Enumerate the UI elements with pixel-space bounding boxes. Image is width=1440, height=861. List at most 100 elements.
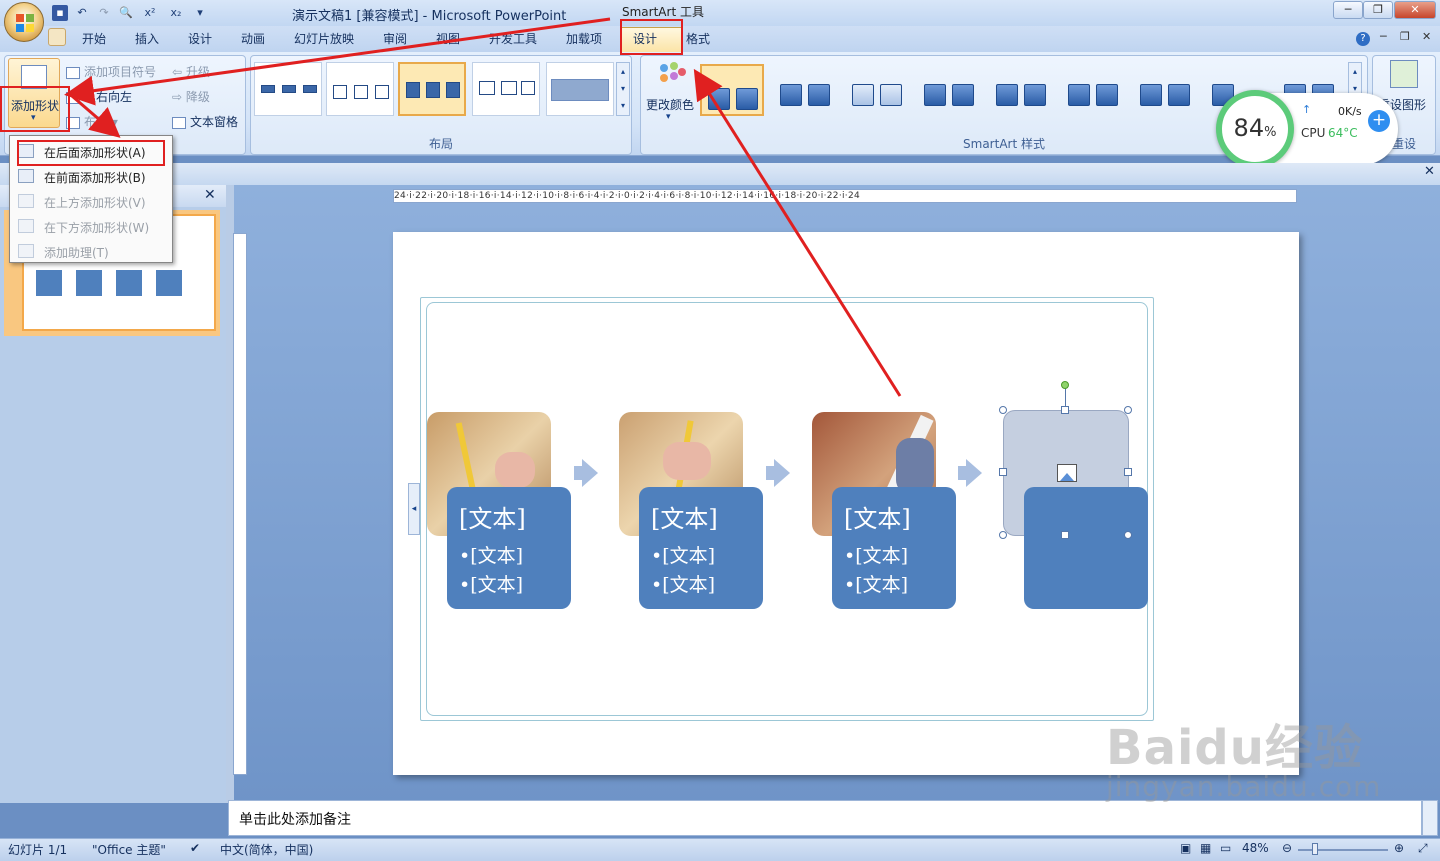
style-thumb-5[interactable] xyxy=(990,64,1054,116)
card-bullet[interactable]: •[文本] xyxy=(651,541,715,568)
resize-handle[interactable] xyxy=(1061,531,1069,539)
layout-thumb-2[interactable] xyxy=(326,62,394,116)
resize-handle[interactable] xyxy=(1124,468,1132,476)
card-bullet[interactable]: •[文本] xyxy=(459,570,523,597)
wps-icon[interactable] xyxy=(48,28,66,46)
office-button[interactable] xyxy=(4,2,44,42)
layout-dropdown[interactable]: 布局 ▾ xyxy=(66,113,118,130)
menu-add-shape-below[interactable]: 在下方添加形状(W) xyxy=(44,219,149,236)
arrow-left-icon: ⇦ xyxy=(172,65,186,79)
sorter-view-icon[interactable]: ▦ xyxy=(1200,841,1211,855)
help-icon[interactable]: ? xyxy=(1356,32,1370,46)
text-pane-icon xyxy=(172,116,186,129)
layout-gallery-scroll[interactable]: ▴ ▾ ▾ xyxy=(616,62,630,116)
maximize-button[interactable]: ❐ xyxy=(1363,1,1393,19)
normal-view-icon[interactable]: ▣ xyxy=(1180,841,1191,855)
resize-handle[interactable] xyxy=(999,468,1007,476)
zoom-slider-thumb[interactable] xyxy=(1312,843,1318,855)
network-speed: 0K/s xyxy=(1338,105,1362,118)
card-bullet[interactable]: •[文本] xyxy=(844,541,908,568)
layout-thumb-3-selected[interactable] xyxy=(398,62,466,116)
style-thumb-4[interactable] xyxy=(918,64,982,116)
print-preview-icon[interactable]: 🔍 xyxy=(118,5,134,21)
ribbon-close-icon[interactable]: ✕ xyxy=(1422,30,1431,43)
tab-view[interactable]: 视图 xyxy=(436,30,460,47)
tab-home[interactable]: 开始 xyxy=(82,30,106,47)
smartart-card-4[interactable] xyxy=(1024,487,1148,609)
zoom-level[interactable]: 48% xyxy=(1242,841,1269,855)
tab-review[interactable]: 审阅 xyxy=(383,30,407,47)
layout-thumb-5[interactable] xyxy=(546,62,614,116)
style-thumb-2[interactable] xyxy=(774,64,838,116)
style-thumb-3[interactable] xyxy=(846,64,910,116)
close-slides-pane-icon[interactable]: ✕ xyxy=(204,187,216,203)
resize-handle[interactable] xyxy=(999,406,1007,414)
promote-button[interactable]: ⇦ 升级 xyxy=(172,63,210,80)
card-bullet[interactable]: •[文本] xyxy=(459,541,523,568)
menu-add-shape-before[interactable]: 在前面添加形状(B) xyxy=(44,169,146,186)
watermark-url: jingyan.baidu.com xyxy=(1106,770,1382,803)
card-title[interactable]: [文本] xyxy=(459,499,526,534)
notes-pane[interactable]: 单击此处添加备注 xyxy=(228,800,1422,836)
add-bullet-button[interactable]: 添加项目符号 xyxy=(66,63,156,80)
menu-add-assistant[interactable]: 添加助理(T) xyxy=(44,244,109,261)
text-pane-toggle[interactable]: ◂ xyxy=(408,483,420,535)
style-thumb-7[interactable] xyxy=(1134,64,1198,116)
arrow-right-icon: ⇨ xyxy=(172,90,186,104)
undo-icon[interactable]: ↶ xyxy=(74,5,90,21)
picture-icon[interactable] xyxy=(1057,464,1077,482)
subscript-button[interactable]: x₂ xyxy=(166,5,186,21)
tab-design[interactable]: 设计 xyxy=(188,30,212,47)
tab-animations[interactable]: 动画 xyxy=(241,30,265,47)
card-bullet[interactable]: •[文本] xyxy=(651,570,715,597)
resize-handle[interactable] xyxy=(1124,406,1132,414)
customize-qat-icon[interactable]: ▾ xyxy=(192,5,208,21)
menu-add-shape-above[interactable]: 在上方添加形状(V) xyxy=(44,194,146,211)
redo-icon[interactable]: ↷ xyxy=(96,5,112,21)
card-title[interactable]: [文本] xyxy=(844,499,911,534)
reset-graphic-icon xyxy=(1390,60,1418,88)
tab-insert[interactable]: 插入 xyxy=(135,30,159,47)
ribbon-minimize-icon[interactable]: ─ xyxy=(1380,30,1387,43)
card-title[interactable]: [文本] xyxy=(651,499,718,534)
tab-slideshow[interactable]: 幻灯片放映 xyxy=(294,30,354,47)
card-bullet[interactable]: •[文本] xyxy=(844,570,908,597)
notes-placeholder[interactable]: 单击此处添加备注 xyxy=(239,809,351,829)
demote-button[interactable]: ⇨ 降级 xyxy=(172,88,210,105)
minimize-button[interactable]: ─ xyxy=(1333,1,1363,19)
style-thumb-6[interactable] xyxy=(1062,64,1126,116)
save-icon[interactable]: ▪ xyxy=(52,5,68,21)
tab-developer[interactable]: 开发工具 xyxy=(489,30,537,47)
smartart-card-2[interactable]: [文本] •[文本] •[文本] xyxy=(639,487,763,609)
bullet-icon xyxy=(66,66,80,79)
resize-handle[interactable] xyxy=(1124,531,1132,539)
smartart-card-1[interactable]: [文本] •[文本] •[文本] xyxy=(447,487,571,609)
layout-thumb-4[interactable] xyxy=(472,62,540,116)
close-button[interactable]: ✕ xyxy=(1394,1,1436,19)
spellcheck-icon[interactable]: ✔ xyxy=(190,841,200,855)
text-pane-button[interactable]: 文本窗格 xyxy=(172,113,238,130)
tab-addins[interactable]: 加载项 xyxy=(566,30,602,47)
superscript-button[interactable]: x² xyxy=(140,5,160,21)
horizontal-ruler: 24·i·22·i·20·i·18·i·16·i·14·i·12·i·10·i·… xyxy=(393,189,1297,203)
style-thumb-1-selected[interactable] xyxy=(700,64,764,116)
ribbon-restore-icon[interactable]: ❐ xyxy=(1400,30,1410,43)
resize-handle[interactable] xyxy=(1061,406,1069,414)
zoom-out-icon[interactable]: ⊖ xyxy=(1282,841,1292,855)
right-to-left-button[interactable]: 从右向左 xyxy=(66,88,132,105)
zoom-in-icon[interactable]: ⊕ xyxy=(1394,841,1404,855)
theme-name[interactable]: "Office 主题" xyxy=(92,841,166,858)
close-pane-icon[interactable]: ✕ xyxy=(1424,164,1435,179)
language-indicator[interactable]: 中文(简体，中国) xyxy=(220,841,313,858)
smartart-card-3[interactable]: [文本] •[文本] •[文本] xyxy=(832,487,956,609)
fit-window-icon[interactable]: ⤢ xyxy=(1418,841,1428,856)
tab-smartart-format[interactable]: 格式 xyxy=(686,30,710,47)
notes-scrollbar[interactable] xyxy=(1422,800,1438,836)
slideshow-view-icon[interactable]: ▭ xyxy=(1220,841,1231,855)
rotate-handle[interactable] xyxy=(1061,381,1069,389)
change-colors-label: 更改颜色 xyxy=(646,98,695,112)
add-plus-icon[interactable]: + xyxy=(1368,110,1390,132)
resize-handle[interactable] xyxy=(999,531,1007,539)
layout-thumb-1[interactable] xyxy=(254,62,322,116)
change-colors-button[interactable]: 更改颜色 ▾ xyxy=(644,60,698,126)
